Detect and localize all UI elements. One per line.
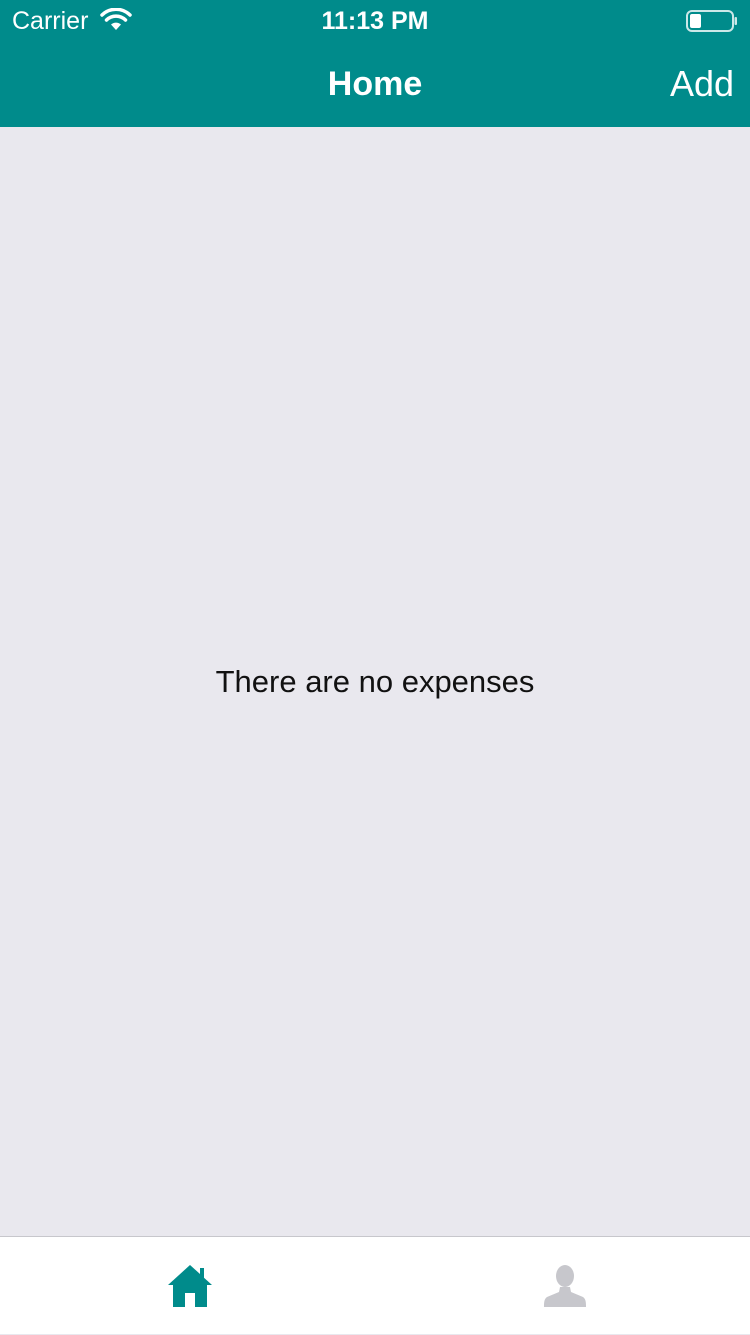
expenses-list-area: There are no expenses: [0, 127, 750, 1236]
battery-icon: [686, 10, 737, 32]
add-button[interactable]: Add: [670, 64, 734, 104]
navigation-bar: Home Add: [0, 40, 750, 127]
status-bar: Carrier 11:13 PM: [0, 0, 750, 40]
top-bar: Carrier 11:13 PM Home Add: [0, 0, 750, 127]
home-icon: [168, 1265, 212, 1307]
empty-state-message: There are no expenses: [215, 664, 535, 699]
tab-profile[interactable]: [375, 1237, 750, 1335]
status-time: 11:13 PM: [321, 7, 429, 35]
tab-bar: [0, 1236, 750, 1334]
person-icon: [544, 1265, 586, 1307]
tab-home[interactable]: [0, 1237, 375, 1335]
page-title: Home: [327, 65, 423, 103]
